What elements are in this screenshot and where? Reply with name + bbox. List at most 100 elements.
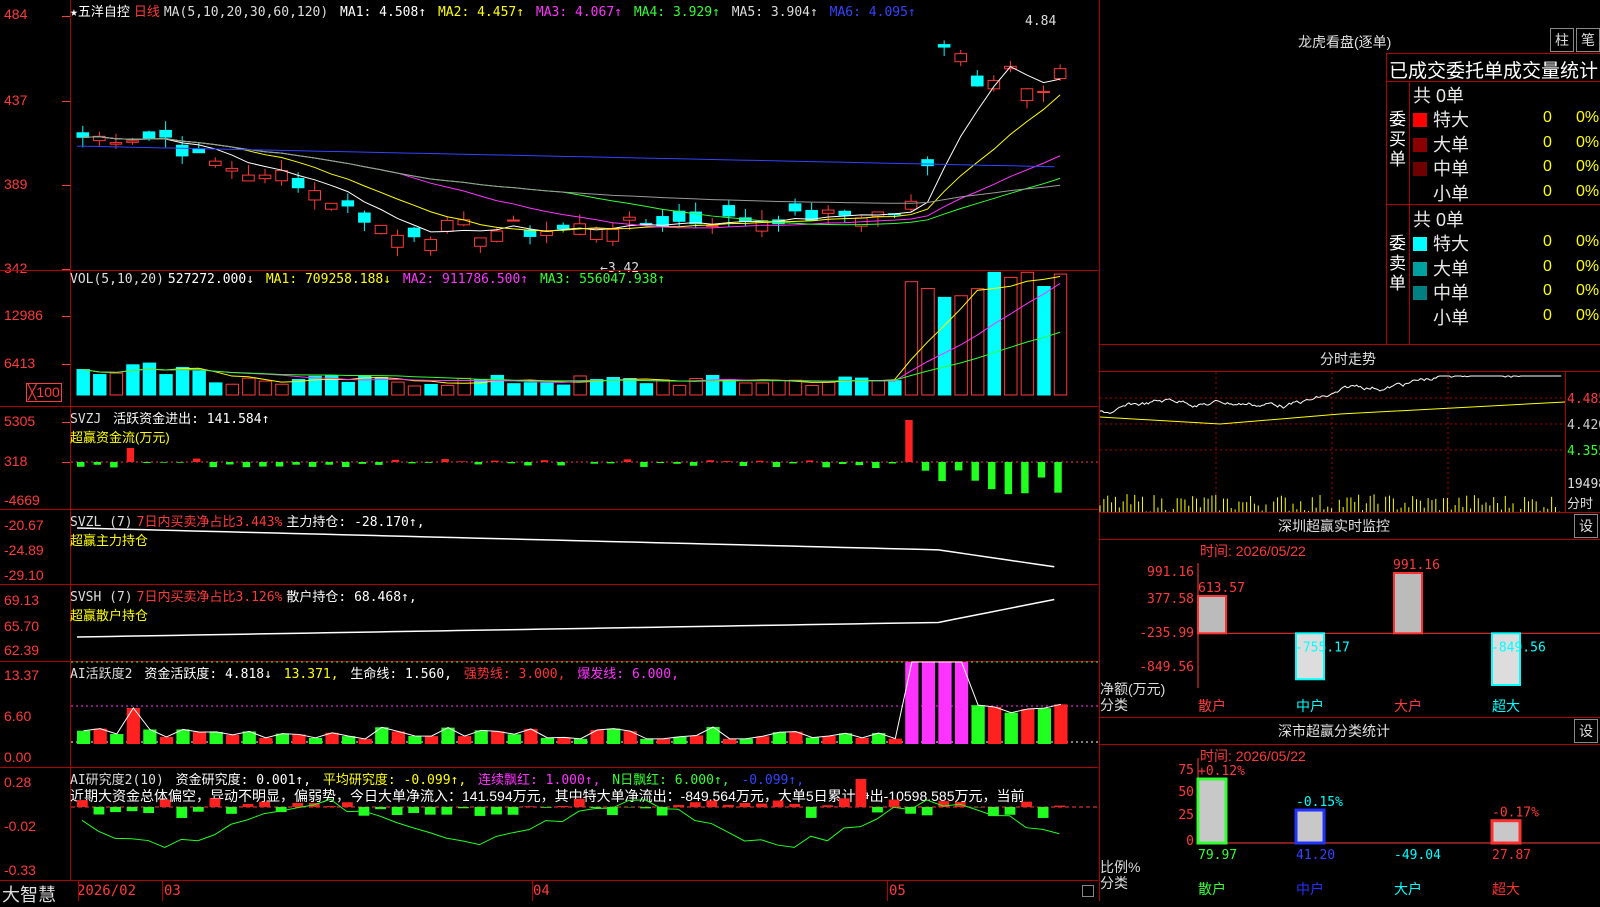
- candlestick-chart[interactable]: [71, 0, 1098, 270]
- volume-bar: [557, 385, 569, 395]
- volume-bar: [872, 381, 884, 395]
- bar-view-button[interactable]: 柱: [1550, 28, 1574, 52]
- order-size-label: 特大: [1433, 110, 1469, 130]
- research-bar: [425, 807, 436, 815]
- candle: [176, 145, 188, 156]
- svzj-panel: 5305 318 -4669 SVZJ 活跃资金进出: 141.584↑ 超赢资…: [0, 407, 1098, 509]
- candle: [524, 230, 536, 236]
- volume-bar: [938, 297, 950, 395]
- tick-view-button[interactable]: 笔: [1576, 28, 1600, 52]
- research-bar: [856, 779, 867, 807]
- vol-unit-label: ╳100: [26, 383, 62, 402]
- volume-bar: [243, 378, 255, 395]
- volume-chart[interactable]: [71, 271, 1098, 406]
- research-bar: [723, 805, 734, 807]
- order-percent: 0%: [1576, 282, 1599, 300]
- candle: [789, 204, 801, 211]
- class-bar-value: 41.20: [1296, 848, 1335, 863]
- order-count: 0: [1543, 158, 1552, 176]
- volume-bar: [806, 386, 818, 395]
- candle: [309, 191, 321, 200]
- monitor-bar-value: 613.57: [1198, 581, 1245, 596]
- research-bar: [806, 807, 817, 818]
- candle: [292, 178, 304, 187]
- candle: [955, 54, 967, 62]
- research-bar: [392, 807, 403, 815]
- activity-bar: [359, 739, 372, 744]
- flow-bar: [723, 461, 730, 462]
- research-bar: [822, 805, 833, 807]
- sz-monitor-xlabel: 分类: [1100, 695, 1128, 715]
- order-size-label: 大单: [1433, 259, 1469, 279]
- flow-bar: [640, 462, 647, 467]
- volume-bar: [508, 384, 520, 395]
- research-bar: [458, 807, 469, 808]
- ai-research-chart[interactable]: [71, 768, 1098, 880]
- order-percent: 0%: [1576, 233, 1599, 251]
- flow-bar: [110, 462, 117, 467]
- research-bar: [508, 807, 519, 815]
- research-bar: [706, 801, 717, 807]
- sz-class-axis-label: 50: [1178, 785, 1194, 800]
- volume-bar: [160, 375, 172, 395]
- flow-bar: [94, 462, 101, 465]
- svzj-axis-label: -4669: [4, 492, 40, 508]
- volume-bar: [1054, 274, 1066, 395]
- volume-bar: [127, 365, 139, 395]
- candle: [408, 228, 420, 237]
- svzl-chart[interactable]: [71, 510, 1098, 584]
- volume-panel: 12986 6413 ╳100 VOL(5,10,20)527272.000↓ …: [0, 271, 1098, 406]
- activity-bar: [491, 731, 504, 744]
- intraday-unit: 分时: [1567, 493, 1593, 512]
- lock-icon[interactable]: [1082, 885, 1094, 897]
- research-bar: [557, 806, 568, 807]
- order-size-label: 小单: [1433, 184, 1469, 204]
- monitor-bar: [1198, 596, 1226, 633]
- flow-bar: [276, 462, 283, 467]
- activity-bar: [822, 736, 835, 744]
- class-bar-change: -0.15%: [1296, 795, 1343, 810]
- flow-bar: [491, 461, 498, 462]
- candle: [226, 168, 238, 171]
- activity-bar: [1054, 704, 1067, 744]
- color-swatch: [1413, 262, 1427, 276]
- order-size-label: 中单: [1433, 159, 1469, 179]
- research-bar: [905, 807, 916, 814]
- flow-bar: [905, 420, 912, 462]
- volume-bar: [971, 289, 983, 395]
- activity-bar: [806, 738, 819, 744]
- volume-bar: [524, 383, 536, 395]
- research-bar: [259, 802, 270, 807]
- research-bar: [375, 807, 386, 809]
- svzj-axis-label: 318: [4, 453, 27, 469]
- intraday-chart[interactable]: [1100, 372, 1565, 512]
- research-bar: [1038, 807, 1049, 818]
- activity-bar: [160, 737, 173, 744]
- order-stats-box: 已成交委托单成交量统计 委买单 委卖单 共 0单 特大00%大单00%中单00%…: [1386, 53, 1600, 345]
- volume-bar: [210, 383, 222, 395]
- buy-side-label: 委买单: [1389, 110, 1407, 170]
- volume-bar: [259, 381, 271, 395]
- activity-bar: [607, 729, 620, 744]
- flow-bar: [1021, 462, 1028, 493]
- order-row: 特大00%: [1413, 106, 1600, 130]
- svsh-chart[interactable]: [71, 585, 1098, 661]
- stats-tab[interactable]: 已成交委托单成交量统计: [1389, 56, 1598, 83]
- monitor-category: 散户: [1198, 698, 1226, 714]
- class-category: 超大: [1492, 881, 1520, 897]
- activity-bar: [392, 732, 405, 744]
- svzj-chart[interactable]: [71, 407, 1098, 509]
- flow-bar: [591, 462, 598, 464]
- volume-bar: [839, 377, 851, 395]
- candle: [375, 225, 387, 233]
- candle: [706, 225, 718, 226]
- ai-activity-chart[interactable]: [71, 662, 1098, 767]
- flow-bar: [690, 462, 697, 466]
- sz-monitor-chart[interactable]: 991.16377.58-235.99-849.56613.57散户-755.1…: [1100, 513, 1600, 718]
- flow-bar: [673, 462, 680, 464]
- sz-monitor-axis-label: 377.58: [1147, 592, 1194, 607]
- volume-bar: [77, 370, 89, 395]
- flow-bar: [541, 460, 548, 462]
- volume-bar: [756, 383, 768, 395]
- sz-class-chart[interactable]: 7550250+0.12%79.97散户-0.15%41.20中户-49.04大…: [1100, 718, 1600, 901]
